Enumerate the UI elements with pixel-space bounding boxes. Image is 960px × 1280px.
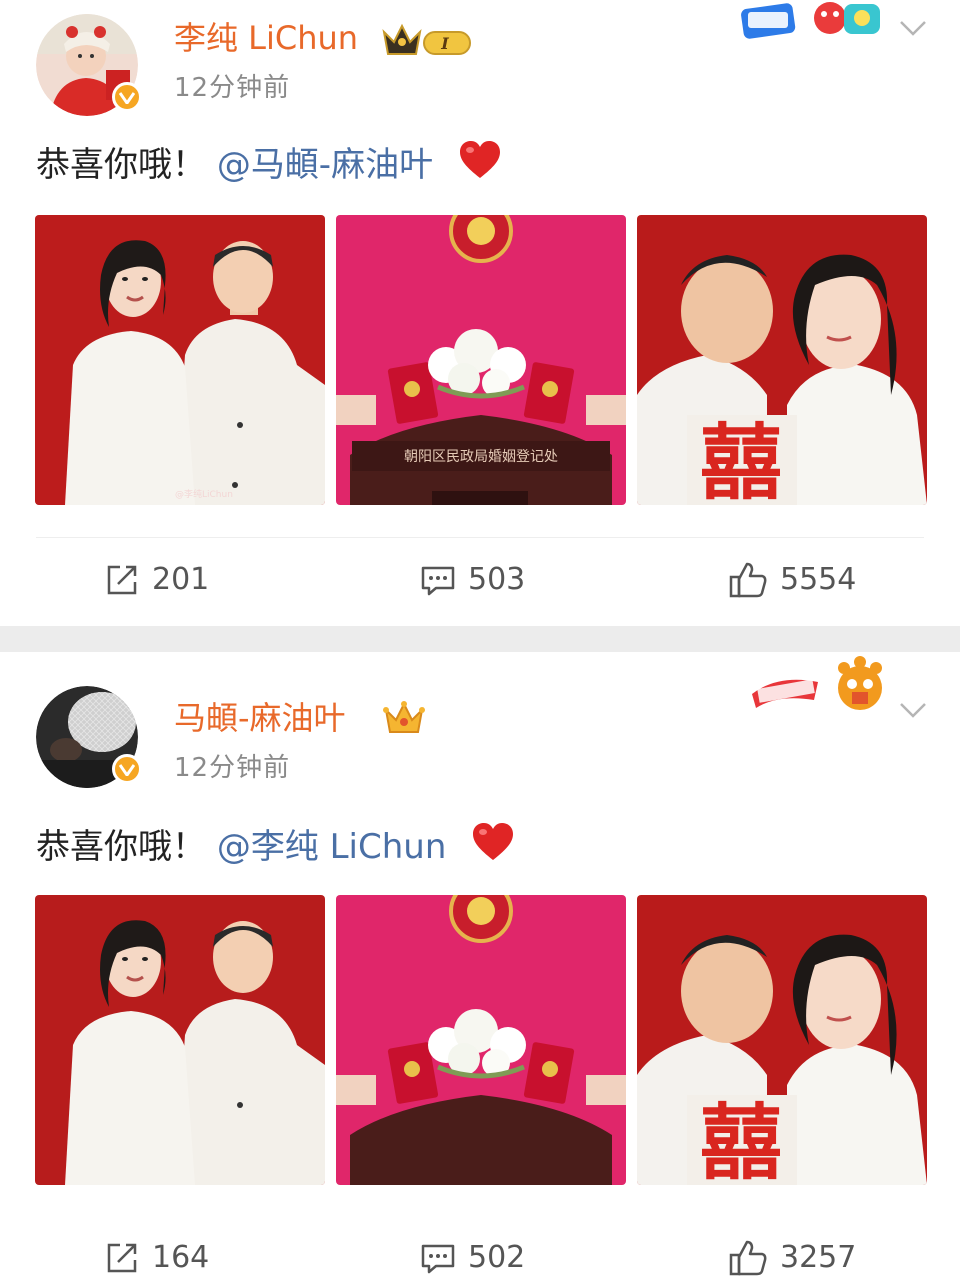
- thumbs-up-icon: [729, 562, 767, 598]
- chevron-down-icon[interactable]: [898, 18, 928, 38]
- user-name[interactable]: 马頔-麻油叶: [174, 696, 346, 740]
- double-happiness-sign: 囍: [700, 1095, 782, 1185]
- photo-couple-standing[interactable]: @李纯LiChun: [35, 215, 325, 505]
- photo-watermark: @李纯LiChun: [175, 488, 233, 500]
- red-heart-icon: [459, 141, 500, 178]
- post-time: 12分钟前: [174, 73, 291, 103]
- comment-count: 502: [468, 1240, 526, 1275]
- repost-count: 164: [152, 1240, 210, 1275]
- repost-icon: [107, 565, 137, 595]
- post-text-body: 恭喜你哦！: [36, 145, 206, 185]
- post-separator: [0, 626, 960, 652]
- photo-marriage-certificates[interactable]: [336, 895, 626, 1185]
- thumbs-up-icon: [729, 1240, 767, 1276]
- avatar[interactable]: [36, 686, 142, 788]
- verified-badge-icon: [112, 754, 142, 784]
- user-name[interactable]: 李纯 LiChun: [174, 16, 358, 60]
- mention-link[interactable]: @李纯 LiChun: [217, 827, 447, 867]
- post-card: 马頔-麻油叶 12分钟前 恭喜你哦！ @李纯 LiChun 囍 164 502 …: [0, 652, 960, 1280]
- photo-grid: 囍: [35, 895, 927, 1185]
- sticker-badge[interactable]: [740, 0, 888, 42]
- comment-icon: [421, 1244, 455, 1274]
- repost-button[interactable]: 201: [104, 560, 209, 600]
- double-happiness-sign: 囍: [700, 415, 782, 505]
- repost-button[interactable]: 164: [104, 1238, 209, 1278]
- verified-badge-icon: [112, 82, 142, 112]
- like-count: 5554: [780, 562, 857, 597]
- like-button[interactable]: 5554: [728, 560, 856, 600]
- mention-link[interactable]: @马頔-麻油叶: [217, 145, 433, 185]
- avatar[interactable]: [36, 14, 142, 116]
- photo-couple-kiss[interactable]: 囍: [637, 895, 927, 1185]
- photo-couple-kiss[interactable]: 囍: [637, 215, 927, 505]
- member-crown-icon[interactable]: [382, 698, 426, 742]
- sticker-badge[interactable]: [748, 654, 888, 716]
- comment-count: 503: [468, 562, 526, 597]
- member-level: I: [440, 34, 449, 53]
- post-card: 李纯 LiChun I 12分钟前 恭喜你哦！ @马頔-麻油叶 @李纯LiChu…: [0, 0, 960, 626]
- divider-line: [36, 537, 924, 538]
- photo-grid: @李纯LiChun 朝阳区民政局婚姻登记处 囍: [35, 215, 927, 505]
- comment-button[interactable]: 503: [420, 560, 525, 600]
- photo-marriage-certificates[interactable]: 朝阳区民政局婚姻登记处: [336, 215, 626, 505]
- red-heart-icon: [473, 823, 514, 860]
- post-text: 恭喜你哦！ @李纯 LiChun: [36, 822, 515, 871]
- member-crown-icon[interactable]: I: [380, 20, 476, 64]
- weibo-feed: 李纯 LiChun I 12分钟前 恭喜你哦！ @马頔-麻油叶 @李纯LiChu…: [0, 0, 960, 1280]
- registry-plaque: 朝阳区民政局婚姻登记处: [404, 449, 558, 465]
- repost-count: 201: [152, 562, 210, 597]
- like-count: 3257: [780, 1240, 857, 1275]
- comment-button[interactable]: 502: [420, 1238, 525, 1278]
- post-text-body: 恭喜你哦！: [36, 827, 206, 867]
- like-button[interactable]: 3257: [728, 1238, 856, 1278]
- comment-icon: [421, 566, 455, 596]
- post-time: 12分钟前: [174, 753, 291, 783]
- photo-couple-standing[interactable]: [35, 895, 325, 1185]
- repost-icon: [107, 1243, 137, 1273]
- chevron-down-icon[interactable]: [898, 700, 928, 720]
- post-text: 恭喜你哦！ @马頔-麻油叶: [36, 140, 502, 189]
